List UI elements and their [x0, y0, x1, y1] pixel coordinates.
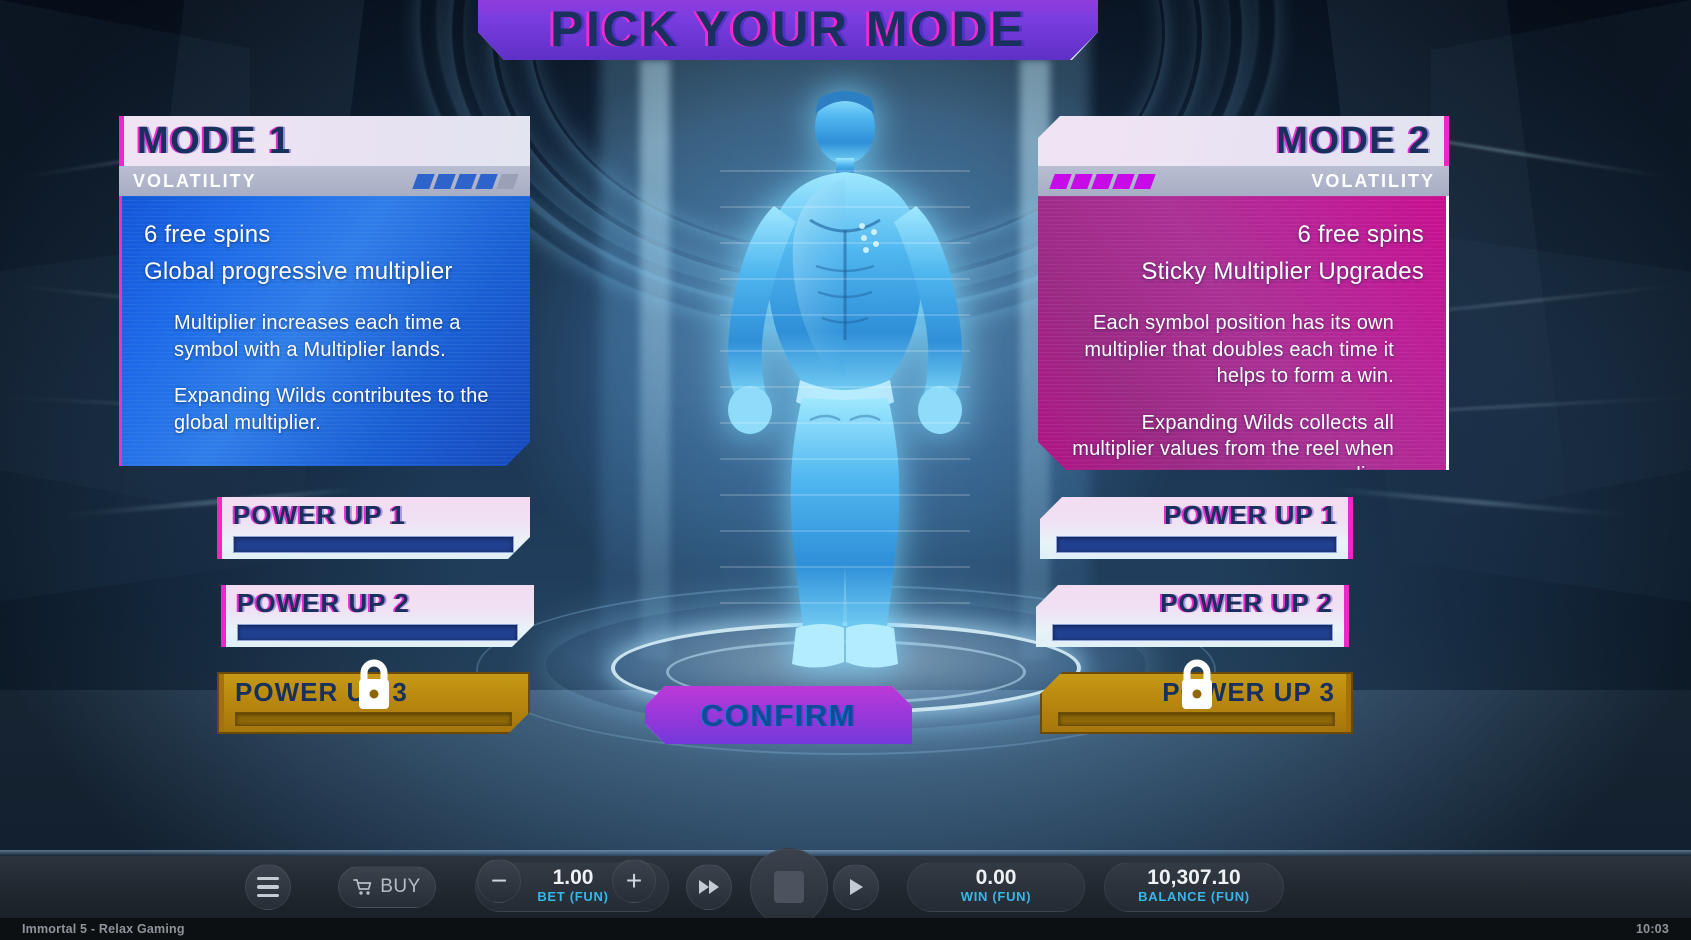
mode-2-volatility-meter: [1049, 173, 1156, 189]
mode-1-body: 6 free spins Global progressive multipli…: [119, 196, 530, 466]
game-title-footer: Immortal 5 - Relax Gaming: [22, 922, 185, 936]
volatility-segment: [1133, 173, 1156, 189]
confirm-button[interactable]: CONFIRM: [645, 686, 912, 744]
mode-2-volatility-row: VOLATILITY: [1038, 166, 1449, 196]
volatility-segment: [1070, 173, 1093, 189]
status-bar: Immortal 5 - Relax Gaming 10:03: [0, 918, 1691, 940]
volatility-segment: [496, 173, 519, 189]
mode-1-volatility-meter: [412, 173, 519, 189]
fast-forward-button[interactable]: [686, 864, 732, 910]
mode-2-powerup-2[interactable]: POWER UP 2: [1036, 585, 1349, 647]
mode-1-powerup-1[interactable]: POWER UP 1: [217, 497, 530, 559]
mode-panel-2[interactable]: MODE 2 VOLATILITY 6 free spins Sticky Mu…: [1038, 116, 1449, 515]
page-title: PICK YOUR MODE: [550, 1, 1026, 57]
mode-1-powerup-2[interactable]: POWER UP 2: [221, 585, 534, 647]
win-display: 0.00 WIN (FUN): [907, 866, 1085, 905]
volatility-segment: [454, 173, 477, 189]
volatility-label: VOLATILITY: [1311, 171, 1435, 191]
game-toolbar: BUY − 1.00 BET (FUN) + 0.00 WIN (FUN) 10…: [0, 848, 1691, 926]
mode-panel-1[interactable]: MODE 1 VOLATILITY 6 free spins Global pr…: [119, 116, 530, 466]
powerup-progress-bar: [1052, 623, 1333, 641]
mode-2-title: MODE 2: [1276, 120, 1431, 162]
clock: 10:03: [1636, 922, 1669, 936]
volatility-segment: [1112, 173, 1135, 189]
powerup-progress-bar: [1056, 535, 1337, 553]
win-value: 0.00: [975, 866, 1017, 889]
powerup-label: POWER UP 1: [1164, 500, 1337, 531]
balance-display: 10,307.10 BALANCE (FUN): [1104, 866, 1284, 905]
padlock-icon: [1181, 659, 1212, 709]
hero-character-hologram: [650, 80, 1040, 680]
powerup-progress-bar: [237, 623, 518, 641]
mode-2-detail: Expanding Wilds collects all multiplier …: [1072, 411, 1394, 487]
play-button[interactable]: [833, 864, 879, 910]
volatility-segment: [412, 173, 435, 189]
volatility-segment: [1049, 173, 1072, 189]
play-icon: [850, 879, 863, 895]
volatility-segment: [433, 173, 456, 189]
game-screen: PICK YOUR MODE MODE 1 VOLATILITY 6 free …: [0, 0, 1691, 940]
volatility-label: VOLATILITY: [133, 171, 257, 191]
mode-1-bullet: Global progressive multiplier: [144, 258, 453, 286]
volatility-segment: [1091, 173, 1114, 189]
balance-caption: BALANCE (FUN): [1138, 889, 1250, 905]
mode-1-detail: Expanding Wilds contributes to the globa…: [174, 385, 489, 434]
bet-increase-button[interactable]: +: [612, 859, 656, 903]
mode-2-body: 6 free spins Sticky Multiplier Upgrades …: [1038, 196, 1449, 487]
title-banner: PICK YOUR MODE: [478, 0, 1098, 60]
powerup-progress-bar: [235, 712, 512, 726]
volatility-segment: [475, 173, 498, 189]
mode-1-volatility-row: VOLATILITY: [119, 166, 530, 196]
mode-2-header: MODE 2: [1038, 116, 1449, 166]
mode-1-powerup-3-locked: POWER UP 3: [217, 659, 530, 734]
powerup-progress-bar: [1058, 712, 1335, 726]
powerup-progress-bar: [233, 535, 514, 553]
powerup-label: POWER UP 1: [233, 500, 406, 531]
confirm-label: CONFIRM: [700, 697, 857, 733]
mode-1-title: MODE 1: [137, 120, 292, 162]
mode-2-bullet: 6 free spins: [1297, 221, 1424, 248]
mode-2-detail: Each symbol position has its own multipl…: [1084, 312, 1394, 388]
plus-icon: +: [625, 865, 643, 896]
buy-button[interactable]: BUY: [338, 866, 436, 908]
balance-value: 10,307.10: [1147, 866, 1241, 889]
shopping-cart-icon: [353, 879, 372, 895]
mode-1-detail: Multiplier increases each time a symbol …: [174, 312, 461, 361]
mode-2-powerup-3-locked: POWER UP 3: [1040, 659, 1353, 734]
mode-1-bullet: 6 free spins: [144, 221, 271, 248]
hamburger-menu-icon: [257, 876, 279, 898]
buy-label: BUY: [380, 876, 421, 897]
powerup-label: POWER UP 2: [1160, 588, 1333, 619]
padlock-icon: [358, 659, 389, 709]
minus-icon: −: [490, 865, 508, 896]
fast-forward-icon: [699, 880, 719, 894]
stop-button[interactable]: [750, 848, 828, 926]
mode-1-header: MODE 1: [119, 116, 530, 166]
mode-2-powerup-1[interactable]: POWER UP 1: [1040, 497, 1353, 559]
menu-button[interactable]: [245, 864, 291, 910]
powerup-label: POWER UP 2: [237, 588, 410, 619]
stop-square-icon: [774, 871, 804, 903]
mode-2-bullet: Sticky Multiplier Upgrades: [1141, 258, 1424, 286]
win-caption: WIN (FUN): [960, 889, 1032, 905]
